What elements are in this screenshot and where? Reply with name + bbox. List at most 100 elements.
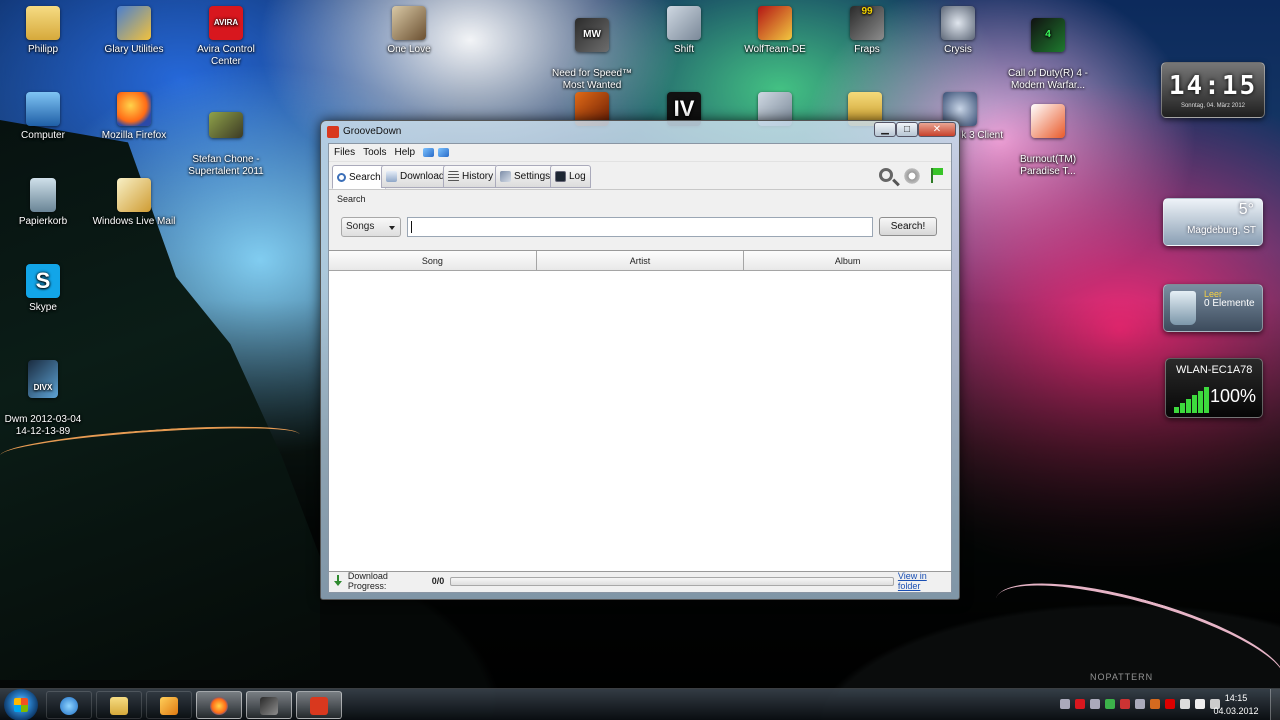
computer-icon bbox=[26, 92, 60, 126]
tab-history[interactable]: History bbox=[443, 165, 499, 188]
desktop-icon-recycle-bin[interactable]: Papierkorb bbox=[0, 178, 88, 228]
menu-tools[interactable]: Tools bbox=[359, 147, 390, 158]
search-input[interactable] bbox=[408, 218, 872, 236]
desktop-icon-label: Fraps bbox=[854, 44, 880, 55]
tray-download-icon[interactable] bbox=[1060, 699, 1070, 709]
search-button[interactable]: Search! bbox=[879, 217, 937, 236]
desktop-icon-skype[interactable]: S Skype bbox=[0, 264, 88, 314]
desktop-icon-crysis[interactable]: Crysis bbox=[913, 6, 1003, 56]
desktop-icon-cod4[interactable]: 4 Call of Duty(R) 4 - Modern Warfar... bbox=[1003, 6, 1093, 104]
taskbar-firefox[interactable] bbox=[196, 691, 242, 719]
magnifier-icon bbox=[337, 172, 346, 182]
desktop-icon-label: Shift bbox=[673, 44, 694, 55]
wallpaper-watermark: NOPATTERN bbox=[1090, 672, 1154, 682]
tray-icon[interactable] bbox=[1090, 699, 1100, 709]
desktop-icon-firefox[interactable]: Mozilla Firefox bbox=[89, 92, 179, 142]
update-icon[interactable] bbox=[423, 148, 435, 157]
tray-flag-icon[interactable] bbox=[1180, 699, 1190, 709]
fraps-icon bbox=[260, 697, 278, 715]
column-header-album[interactable]: Album bbox=[744, 251, 951, 270]
column-header-artist[interactable]: Artist bbox=[537, 251, 745, 270]
show-desktop-button[interactable] bbox=[1270, 689, 1280, 720]
wifi-signal-bar bbox=[1180, 403, 1185, 413]
column-header-song[interactable]: Song bbox=[329, 251, 537, 270]
wifi-signal-icon bbox=[1174, 385, 1212, 413]
view-in-folder-link[interactable]: View in folder bbox=[898, 571, 951, 591]
wifi-signal-bar bbox=[1174, 407, 1179, 413]
console-icon bbox=[555, 171, 566, 182]
tab-log[interactable]: Log bbox=[550, 165, 591, 188]
weather-gadget[interactable]: 5° Magdeburg, ST bbox=[1163, 198, 1263, 246]
tray-ati-icon[interactable] bbox=[1165, 699, 1175, 709]
donate-icon[interactable] bbox=[438, 148, 450, 157]
results-table-body[interactable] bbox=[329, 271, 951, 571]
clock-gadget[interactable]: 14:15 Sonntag, 04. März 2012 bbox=[1161, 62, 1265, 118]
desktop-icon-label: Call of Duty(R) 4 - Modern Warfar... bbox=[1007, 68, 1088, 91]
tray-network-icon[interactable] bbox=[1195, 699, 1205, 709]
tray-icon[interactable] bbox=[1120, 699, 1130, 709]
tab-label: History bbox=[462, 171, 494, 182]
taskbar-media-player[interactable] bbox=[146, 691, 192, 719]
maximize-button[interactable]: □ bbox=[896, 122, 918, 137]
wifi-signal-bar bbox=[1198, 391, 1203, 413]
minimize-button[interactable]: ▁ bbox=[874, 122, 896, 137]
desktop-icon-label: One Love bbox=[387, 44, 431, 55]
desktop-icon-dwm-video[interactable]: DIVX Dwm 2012-03-04 14-12-13-89 bbox=[0, 348, 88, 450]
explorer-icon bbox=[110, 697, 128, 715]
recycle-bin-gadget[interactable]: Leer 0 Elemente bbox=[1163, 284, 1263, 332]
windows-logo-icon bbox=[14, 698, 28, 712]
wlan-signal-percent: 100% bbox=[1209, 386, 1256, 406]
taskbar-ie[interactable] bbox=[46, 691, 92, 719]
tray-volume-icon[interactable] bbox=[1150, 699, 1160, 709]
firefox-icon bbox=[117, 92, 151, 126]
wlan-gadget[interactable]: WLAN-EC1A78 100% bbox=[1165, 358, 1263, 418]
desktop-icon-one-love[interactable]: One Love bbox=[364, 6, 454, 56]
tab-label: Settings bbox=[514, 171, 551, 182]
window-titlebar[interactable]: GrooveDown ▁ □ ✕ bbox=[321, 121, 959, 143]
desktop-icon-nfs-most-wanted[interactable]: MW Need for Speed™ Most Wanted bbox=[547, 6, 637, 104]
system-tray bbox=[1060, 699, 1220, 709]
taskbar-fraps[interactable] bbox=[246, 691, 292, 719]
avira-icon: AVIRA bbox=[209, 6, 243, 40]
tab-settings[interactable]: Settings bbox=[495, 165, 556, 188]
ie-icon bbox=[60, 697, 78, 715]
wolfteam-icon bbox=[758, 6, 792, 40]
menu-help[interactable]: Help bbox=[390, 147, 419, 158]
desktop-icon-stefan-chone[interactable]: Stefan Chone - Supertalent 2011 bbox=[181, 100, 271, 190]
groovedown-app-icon bbox=[327, 126, 339, 138]
desktop-icon-shift[interactable]: Shift bbox=[639, 6, 729, 56]
taskbar-clock[interactable]: 14:15 04.03.2012 bbox=[1206, 692, 1266, 718]
tab-download[interactable]: Download bbox=[381, 165, 450, 188]
groovedown-icon bbox=[310, 697, 328, 715]
desktop-icon-burnout[interactable]: Burnout(TM) Paradise T... bbox=[1003, 92, 1093, 190]
desktop-icon-avira[interactable]: AVIRA Avira Control Center bbox=[181, 6, 271, 68]
search-input-wrapper bbox=[407, 217, 873, 237]
taskbar-groovedown[interactable] bbox=[296, 691, 342, 719]
gear-icon[interactable] bbox=[903, 167, 921, 185]
tray-avira-icon[interactable] bbox=[1075, 699, 1085, 709]
desktop-icon-computer[interactable]: Computer bbox=[0, 92, 88, 142]
tab-search[interactable]: Search bbox=[332, 165, 386, 189]
search-type-select[interactable]: Songs bbox=[341, 217, 401, 237]
desktop-icon-fraps[interactable]: 99 Fraps bbox=[822, 6, 912, 56]
menu-files[interactable]: Files bbox=[330, 147, 359, 158]
desktop-icon-label: Papierkorb bbox=[18, 216, 68, 227]
results-table-header: Song Artist Album bbox=[329, 251, 951, 271]
desktop-icon-label: WolfTeam-DE bbox=[744, 44, 806, 55]
desktop-icon-glary-utilities[interactable]: Glary Utilities bbox=[89, 6, 179, 56]
desktop-icon-wolfteam[interactable]: WolfTeam-DE bbox=[730, 6, 820, 56]
taskbar-explorer[interactable] bbox=[96, 691, 142, 719]
flag-icon[interactable] bbox=[929, 167, 947, 185]
search-icon[interactable] bbox=[879, 168, 893, 182]
desktop-icon-philipp[interactable]: Philipp bbox=[0, 6, 88, 56]
download-progress-label: Download Progress: bbox=[347, 571, 388, 591]
tray-icon[interactable] bbox=[1105, 699, 1115, 709]
close-button[interactable]: ✕ bbox=[918, 122, 956, 137]
tray-icon[interactable] bbox=[1135, 699, 1145, 709]
clock-time: 14:15 bbox=[1168, 71, 1258, 101]
taskbar-date: 04.03.2012 bbox=[1213, 706, 1259, 716]
desktop-icon-windows-live-mail[interactable]: Windows Live Mail bbox=[89, 178, 179, 228]
start-button[interactable] bbox=[4, 689, 38, 720]
video-file-icon bbox=[209, 112, 243, 138]
fraps-icon: 99 bbox=[850, 6, 884, 40]
